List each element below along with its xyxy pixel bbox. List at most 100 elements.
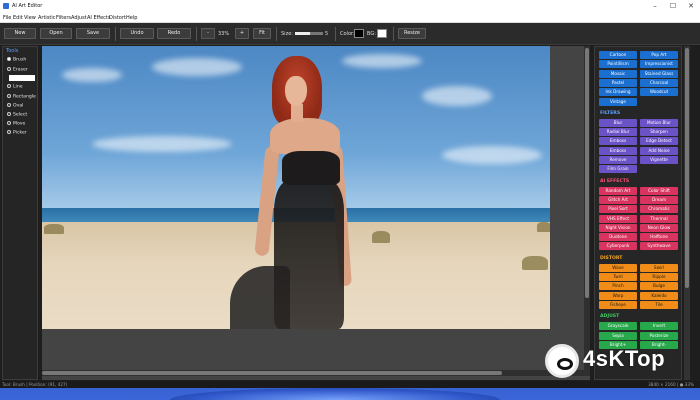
scroll-thumb[interactable]	[585, 48, 589, 298]
effect-button-filters-film-grain[interactable]: Film Grain	[599, 165, 637, 174]
effect-button-artistic-pop-art[interactable]: Pop Art	[640, 51, 678, 59]
effect-button-ai-pixel-sort[interactable]: Pixel Sort	[599, 205, 637, 214]
open-button[interactable]: Open	[40, 28, 72, 39]
background-color-swatch[interactable]	[377, 29, 387, 38]
effect-button-ai-random-art[interactable]: Random Art	[599, 186, 637, 195]
effect-button-ai-color-shift[interactable]: Color Shift	[640, 186, 678, 195]
effect-button-filters-edge-detect[interactable]: Edge Detect	[640, 137, 678, 146]
menu-help[interactable]: Help	[126, 15, 137, 21]
minimize-icon[interactable]: –	[646, 0, 664, 13]
canvas-image[interactable]	[42, 46, 550, 329]
radio-icon	[7, 94, 11, 98]
effect-button-ai-chromatic[interactable]: Chromatic	[640, 205, 678, 214]
effect-button-ai-halftone[interactable]: Halftone	[640, 233, 678, 242]
effect-button-filters-blur[interactable]: Blur	[599, 118, 637, 127]
effect-button-artistic-pastel[interactable]: Pastel	[599, 78, 637, 87]
effect-button-filters-remove[interactable]: Remove	[599, 156, 637, 164]
canvas-area[interactable]	[42, 46, 590, 380]
tool-eraser[interactable]: Eraser	[7, 67, 28, 73]
effect-button-filters-emboss[interactable]: Emboss	[599, 146, 637, 155]
scroll-thumb[interactable]	[685, 48, 689, 288]
brush-size-value: 5	[325, 31, 329, 37]
effects-panel: Cartoon Pop Art Pointillism Impressionist Mo…	[594, 46, 682, 380]
effect-button-adjust-posterize[interactable]: Posterize	[640, 331, 678, 340]
tool-brush[interactable]: Brush	[7, 57, 26, 63]
effect-button-distort-warp[interactable]: Warp	[599, 291, 637, 300]
effect-button-filters-motion-blur[interactable]: Motion Blur	[640, 118, 678, 127]
menu-view[interactable]: View	[24, 15, 36, 21]
canvas-vertical-scrollbar[interactable]	[584, 46, 590, 370]
watermark-circle-icon	[545, 344, 579, 378]
maximize-icon[interactable]: ☐	[664, 0, 682, 13]
effect-button-distort-kaleido[interactable]: Kaleido	[640, 291, 678, 300]
menu-edit[interactable]: Edit	[13, 15, 23, 21]
tool-options-field[interactable]	[9, 75, 35, 81]
canvas-horizontal-scrollbar[interactable]	[42, 370, 590, 376]
fit-button[interactable]: Fit	[253, 28, 271, 39]
effect-button-distort-wave[interactable]: Wave	[599, 263, 637, 272]
radio-icon	[7, 84, 11, 88]
effect-button-ai-thermal[interactable]: Thermal	[640, 214, 678, 223]
effect-button-artistic-woodcut[interactable]: Woodcut	[640, 88, 678, 97]
effect-button-filters-vignette[interactable]: Vignette	[640, 156, 678, 164]
effect-button-distort-pinch[interactable]: Pinch	[599, 282, 637, 291]
effect-button-ai-vhs-effect[interactable]: VHS Effect	[599, 214, 637, 223]
brush-size-slider[interactable]	[295, 32, 323, 35]
effect-button-filters-add-noise[interactable]: Add Noise	[640, 146, 678, 155]
effect-button-filters-radial-blur[interactable]: Radial Blur	[599, 128, 637, 137]
menu-artistic[interactable]: Artistic	[38, 15, 56, 21]
effect-button-artistic-vintage[interactable]: Vintage	[599, 97, 637, 106]
effects-panel-scrollbar[interactable]	[684, 46, 690, 380]
tools-header: Tools	[6, 48, 19, 54]
menu-distort[interactable]: Distort	[109, 15, 126, 21]
save-button[interactable]: Save	[76, 28, 110, 39]
tool-select[interactable]: Select	[7, 112, 27, 118]
undo-button[interactable]: Undo	[120, 28, 154, 39]
wallpaper-swirl	[170, 388, 500, 400]
effect-button-ai-duotone[interactable]: Duotone	[599, 233, 637, 242]
tool-oval[interactable]: Oval	[7, 103, 23, 109]
color-label: Color:	[340, 31, 355, 37]
effect-button-artistic-ink-drawing[interactable]: Ink Drawing	[599, 88, 637, 97]
effect-button-artistic-impressionist[interactable]: Impressionist	[640, 60, 678, 69]
effect-button-filters-sharpen[interactable]: Sharpen	[640, 128, 678, 137]
effect-button-distort-tile[interactable]: Tile	[640, 300, 678, 309]
effect-button-distort-ripple[interactable]: Ripple	[640, 273, 678, 281]
effect-button-distort-bulge[interactable]: Bulge	[640, 282, 678, 291]
tool-rectangle[interactable]: Rectangle	[7, 94, 36, 100]
zoom-in-button[interactable]: +	[235, 28, 249, 39]
effect-button-artistic-pointillism[interactable]: Pointillism	[599, 60, 637, 69]
menu-ai-effects[interactable]: AI Effects	[87, 15, 110, 21]
effect-button-ai-synthwave[interactable]: Synthwave	[640, 242, 678, 251]
effect-button-adjust-invert[interactable]: Invert	[640, 322, 678, 331]
close-icon[interactable]: ✕	[682, 0, 700, 13]
effect-button-ai-cyberpunk[interactable]: Cyberpunk	[599, 242, 637, 251]
effect-button-artistic-stained-glass[interactable]: Stained Glass	[640, 69, 678, 78]
scroll-thumb[interactable]	[42, 371, 502, 375]
effect-button-ai-night-vision[interactable]: Night Vision	[599, 223, 637, 232]
zoom-out-button[interactable]: -	[201, 28, 215, 39]
effect-button-ai-neon-glow[interactable]: Neon Glow	[640, 223, 678, 232]
effect-button-artistic-cartoon[interactable]: Cartoon	[599, 51, 637, 59]
redo-button[interactable]: Redo	[157, 28, 191, 39]
tool-picker[interactable]: Picker	[7, 130, 27, 136]
effect-button-adjust-sepia[interactable]: Sepia	[599, 331, 637, 340]
effect-button-distort-fisheye[interactable]: Fisheye	[599, 300, 637, 309]
effect-button-ai-glitch-art[interactable]: Glitch Art	[599, 195, 637, 204]
foreground-color-swatch[interactable]	[354, 29, 364, 38]
effect-button-distort-twirl[interactable]: Twirl	[599, 273, 637, 281]
effect-button-ai-dream[interactable]: Dream	[640, 195, 678, 204]
resize-button[interactable]: Resize	[398, 28, 426, 39]
grass-tuft	[44, 224, 64, 234]
effect-button-artistic-charcoal[interactable]: Charcoal	[640, 78, 678, 87]
new-button[interactable]: New	[4, 28, 36, 39]
menu-filters[interactable]: Filters	[56, 15, 71, 21]
tool-line[interactable]: Line	[7, 84, 23, 90]
menu-file[interactable]: File	[3, 15, 11, 21]
effect-button-distort-swirl[interactable]: Swirl	[640, 263, 678, 272]
effect-button-filters-emboss[interactable]: Emboss	[599, 137, 637, 146]
effect-button-adjust-grayscale[interactable]: Grayscale	[599, 322, 637, 331]
tool-move[interactable]: Move	[7, 121, 25, 127]
effect-button-artistic-mosaic[interactable]: Mosaic	[599, 69, 637, 78]
menu-adjust[interactable]: Adjust	[71, 15, 87, 21]
